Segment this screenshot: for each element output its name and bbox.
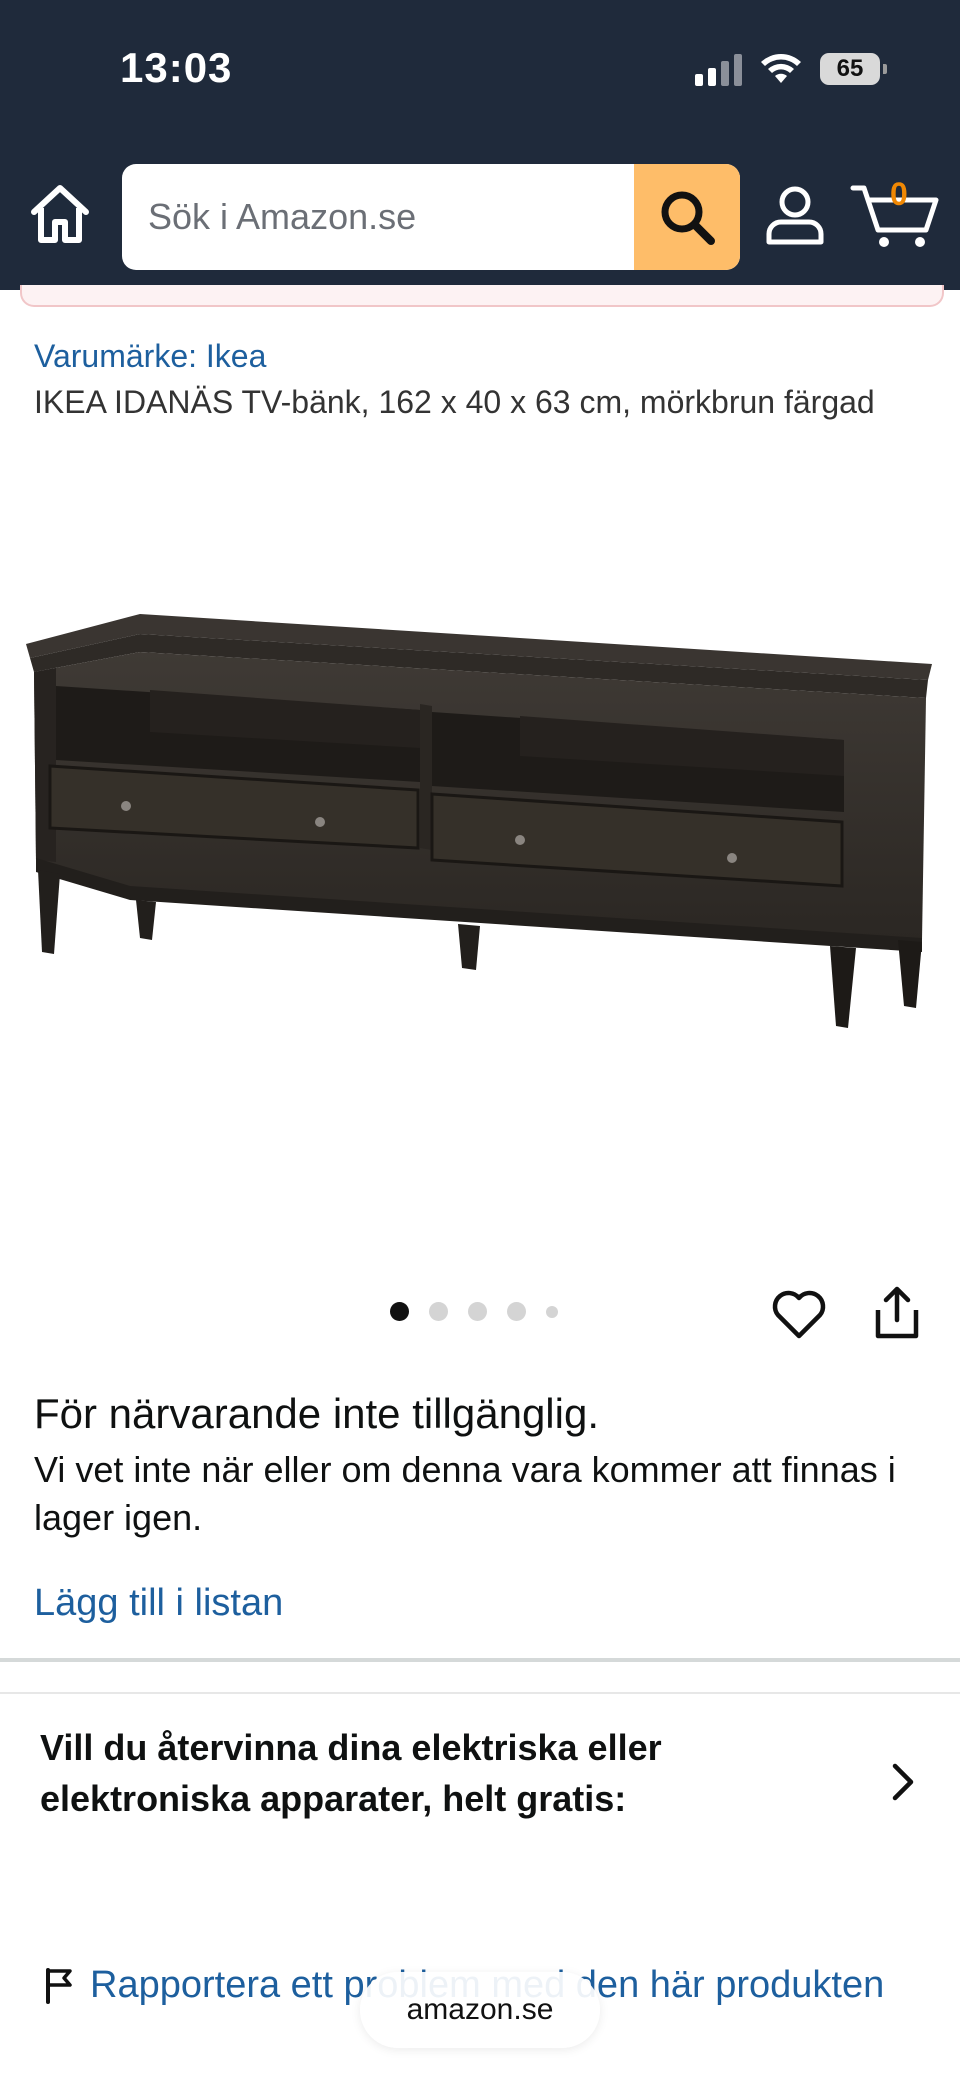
carousel-dot[interactable] [507,1302,526,1321]
home-icon[interactable] [28,182,92,246]
recycle-row[interactable]: Vill du återvinna dina elektriska eller … [0,1696,960,1856]
browser-url-pill[interactable]: amazon.se [360,1972,600,2048]
carousel-dot[interactable] [468,1302,487,1321]
signal-icon [695,52,742,86]
user-icon[interactable] [764,184,826,246]
share-icon[interactable] [874,1286,920,1340]
section-divider [0,1692,960,1694]
recycle-text: Vill du återvinna dina elektriska eller … [40,1727,662,1819]
chevron-right-icon [892,1763,914,1801]
carousel-dot[interactable] [429,1302,448,1321]
status-time: 13:03 [120,44,233,91]
heart-icon[interactable] [772,1288,826,1340]
app-header: 13:03 65 Sök i Amazon.se 0 [0,0,960,290]
wifi-icon [761,54,801,83]
search-input[interactable]: Sök i Amazon.se [148,196,416,238]
carousel-dot[interactable] [390,1302,409,1321]
image-carousel-dots[interactable] [390,1302,558,1321]
product-title: IKEA IDANÄS TV-bänk, 162 x 40 x 63 cm, m… [34,384,875,420]
availability-title: För närvarande inte tillgänglig. [34,1390,599,1437]
search-icon [661,191,715,245]
brand-link[interactable]: Varumärke: Ikea [34,338,266,375]
search-box[interactable]: Sök i Amazon.se [122,164,740,270]
battery-icon: 65 [820,53,887,85]
product-image[interactable] [20,600,940,1090]
cart-count: 0 [890,176,908,212]
availability-text: Vi vet inte när eller om denna vara komm… [34,1449,896,1538]
alert-banner [20,285,944,307]
carousel-dot[interactable] [546,1305,558,1318]
add-to-list-link[interactable]: Lägg till i listan [34,1582,283,1625]
status-icons: 65 [695,52,887,86]
search-button[interactable] [634,164,740,270]
section-divider [0,1658,960,1662]
